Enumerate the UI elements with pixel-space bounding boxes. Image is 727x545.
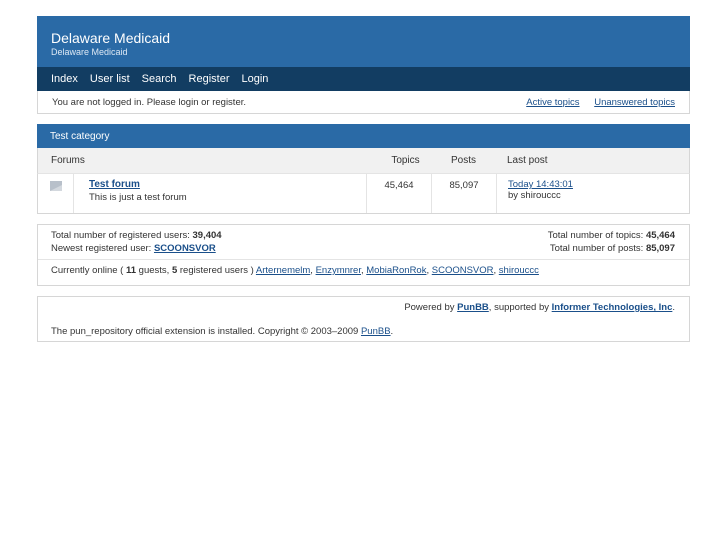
online-user-link[interactable]: shirouccс xyxy=(499,265,539,276)
forum-status-icon xyxy=(38,174,74,213)
site-header: Delaware Medicaid Delaware Medicaid xyxy=(37,16,690,67)
page-footer: Powered by PunBB, supported by Informer … xyxy=(37,296,690,342)
forum-table-header: Forums Topics Posts Last post xyxy=(37,148,690,174)
guest-count: 11 xyxy=(125,265,137,276)
nav-login[interactable]: Login xyxy=(241,73,268,85)
board-stats: Total number of registered users: 39,404… xyxy=(37,224,690,286)
unanswered-topics-link[interactable]: Unanswered topics xyxy=(594,97,675,108)
forum-posts: 85,097 xyxy=(432,174,497,213)
forum-last-post: Today 14:43:01 by shirouccc xyxy=(497,174,573,213)
newest-user-link[interactable]: SCOONSVOR xyxy=(154,243,216,254)
status-bar: You are not logged in. Please login or r… xyxy=(37,91,690,114)
col-forums: Forums xyxy=(51,155,85,166)
total-topics-label: Total number of topics: xyxy=(547,230,646,241)
reg-users-count: 39,404 xyxy=(192,230,222,241)
nav-index[interactable]: Index xyxy=(51,73,78,85)
category-block: Test category Forums Topics Posts Last p… xyxy=(37,124,690,214)
supported-by: , supported by xyxy=(488,302,552,313)
online-user-link[interactable]: Arternemelm xyxy=(256,265,310,276)
reg-users-label: Total number of registered users: xyxy=(51,230,193,241)
stats-left: Total number of registered users: 39,404… xyxy=(51,229,222,255)
powered-by: Powered by PunBB, supported by Informer … xyxy=(38,297,689,313)
nav-register[interactable]: Register xyxy=(189,73,230,85)
online-user-link[interactable]: MobiaRonRok xyxy=(366,265,426,276)
last-post-link[interactable]: Today 14:43:01 xyxy=(508,179,573,190)
copyright-period: . xyxy=(390,326,394,337)
informer-link[interactable]: Informer Technologies, Inc xyxy=(552,302,673,313)
total-posts-count: 85,097 xyxy=(645,243,675,254)
guests-label: guests, xyxy=(136,265,172,276)
online-prefix: Currently online ( xyxy=(51,265,126,276)
main-nav: Index User list Search Register Login xyxy=(37,67,690,91)
category-title: Test category xyxy=(37,124,690,148)
stats-right: Total number of topics: 45,464 Total num… xyxy=(548,229,675,255)
login-status: You are not logged in. Please login or r… xyxy=(52,96,247,108)
online-users: Currently online ( 11 guests, 5 register… xyxy=(51,265,539,276)
online-user-link[interactable]: SCOONSVOR xyxy=(432,265,494,276)
forum-link[interactable]: Test forum xyxy=(89,179,140,190)
col-last-post: Last post xyxy=(507,155,548,166)
col-posts: Posts xyxy=(450,155,476,166)
last-post-author: by shirouccc xyxy=(508,190,561,201)
powered-period: . xyxy=(672,302,675,313)
newest-user-label: Newest registered user: xyxy=(51,243,154,254)
forum-topics: 45,464 xyxy=(367,174,432,213)
col-topics: Topics xyxy=(391,155,420,166)
nav-userlist[interactable]: User list xyxy=(90,73,130,85)
copyright: The pun_repository official extension is… xyxy=(38,313,689,337)
registered-online-label: registered users ) xyxy=(177,265,256,276)
copyright-punbb-link[interactable]: PunBB xyxy=(361,326,391,337)
site-subtitle: Delaware Medicaid xyxy=(51,47,128,57)
online-user-link[interactable]: Enzymnrer xyxy=(316,265,361,276)
active-topics-link[interactable]: Active topics xyxy=(526,97,579,108)
site-title: Delaware Medicaid xyxy=(51,30,171,46)
nav-search[interactable]: Search xyxy=(142,73,177,85)
table-row: Test forum This is just a test forum 45,… xyxy=(37,174,690,214)
total-posts-label: Total number of posts: xyxy=(549,243,646,254)
punbb-link[interactable]: PunBB xyxy=(457,302,489,313)
powered-prefix: Powered by xyxy=(404,302,458,313)
total-topics-count: 45,464 xyxy=(645,230,675,241)
forum-description: This is just a test forum xyxy=(89,192,187,203)
page: Delaware Medicaid Delaware Medicaid Inde… xyxy=(37,16,690,342)
forum-info: Test forum This is just a test forum xyxy=(74,174,367,213)
copyright-text: The pun_repository official extension is… xyxy=(51,326,361,337)
